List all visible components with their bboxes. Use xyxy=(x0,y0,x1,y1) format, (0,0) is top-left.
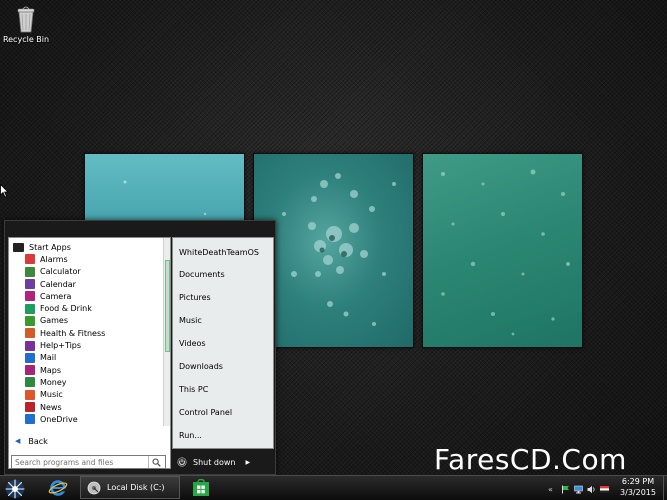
help-icon xyxy=(25,340,35,351)
food-icon xyxy=(25,303,35,314)
watermark-text: FaresCD.Com xyxy=(434,443,627,476)
app-label: Health & Fitness xyxy=(40,328,106,338)
place-item[interactable]: Videos xyxy=(173,334,273,354)
app-label: Mail xyxy=(40,353,57,363)
network-icon[interactable] xyxy=(574,485,583,494)
shutdown-options-arrow-icon[interactable]: ▶ xyxy=(245,459,250,466)
back-button[interactable]: ◀ Back xyxy=(9,434,170,448)
app-item[interactable]: Calculator xyxy=(9,266,161,278)
app-item[interactable]: OneDrive xyxy=(9,413,161,425)
place-item[interactable]: Control Panel xyxy=(173,402,273,422)
back-label: Back xyxy=(28,436,48,446)
app-label: Alarms xyxy=(40,254,68,264)
places-pane: WhiteDeathTeamOS Documents Pictures Music Vi… xyxy=(172,237,274,449)
app-label: Music xyxy=(40,390,63,400)
app-item[interactable]: Money xyxy=(9,376,161,388)
wallpaper-panel-center xyxy=(253,153,414,348)
start-orb-icon xyxy=(5,479,25,499)
app-item[interactable]: News xyxy=(9,401,161,413)
app-item[interactable]: Camera xyxy=(9,290,161,302)
local-disk-label: Local Disk (C:) xyxy=(107,483,165,492)
search-input[interactable] xyxy=(12,456,148,468)
place-item[interactable]: Downloads xyxy=(173,357,273,377)
volume-icon[interactable] xyxy=(587,485,596,494)
app-label: Calculator xyxy=(40,267,81,277)
app-item[interactable]: Calendar xyxy=(9,278,161,290)
app-item[interactable]: Maps xyxy=(9,364,161,376)
calculator-icon xyxy=(25,266,35,277)
show-hidden-icons-button[interactable]: « xyxy=(548,485,553,494)
power-icon xyxy=(177,457,187,467)
programs-pane: Start Apps Alarms Calculator Calendar Camera… xyxy=(8,237,171,469)
search-button[interactable] xyxy=(148,456,163,468)
clock-time: 6:29 PM xyxy=(621,477,655,486)
app-label: Maps xyxy=(40,365,62,375)
store-icon xyxy=(193,478,209,496)
programs-scrollbar[interactable] xyxy=(163,238,170,426)
calendar-icon xyxy=(25,279,35,290)
app-item[interactable]: Music xyxy=(9,389,161,401)
taskbar-store[interactable] xyxy=(186,476,216,499)
taskbar-internet-explorer[interactable] xyxy=(44,476,72,499)
place-item[interactable]: Documents xyxy=(173,265,273,285)
wallpaper-panel-right xyxy=(422,153,583,348)
app-item[interactable]: Health & Fitness xyxy=(9,327,161,339)
app-label: Calendar xyxy=(40,279,76,289)
search-icon xyxy=(152,458,161,467)
start-button[interactable] xyxy=(2,478,28,500)
app-label: Games xyxy=(40,316,68,326)
app-item[interactable]: Food & Drink xyxy=(9,303,161,315)
place-item[interactable]: Music xyxy=(173,311,273,331)
games-icon xyxy=(25,315,35,326)
app-item[interactable]: Alarms xyxy=(9,253,161,265)
maps-icon xyxy=(25,365,35,376)
system-tray: « xyxy=(548,481,609,497)
place-item[interactable]: This PC xyxy=(173,379,273,399)
place-item[interactable]: WhiteDeathTeamOS xyxy=(173,242,273,262)
mail-icon xyxy=(25,352,35,363)
programs-list: Start Apps Alarms Calculator Calendar Camera… xyxy=(9,238,161,446)
place-item[interactable]: Run... xyxy=(173,425,273,445)
place-item[interactable]: Pictures xyxy=(173,288,273,308)
app-label: News xyxy=(40,402,62,412)
taskbar-clock[interactable]: 6:29 PM 3/3/2015 xyxy=(614,476,662,498)
back-arrow-icon: ◀ xyxy=(15,437,21,445)
clock-date: 3/3/2015 xyxy=(620,488,656,497)
start-apps-folder[interactable]: Start Apps xyxy=(9,241,161,253)
music-icon xyxy=(25,389,35,400)
app-label: Food & Drink xyxy=(40,304,92,314)
shutdown-label: Shut down xyxy=(193,457,236,467)
internet-explorer-icon xyxy=(48,479,68,496)
app-label: Help+Tips xyxy=(40,341,82,351)
action-center-flag-icon[interactable] xyxy=(561,485,570,494)
onedrive-icon xyxy=(25,414,35,425)
health-icon xyxy=(25,328,35,339)
show-desktop-button[interactable] xyxy=(663,476,667,500)
app-label: Start Apps xyxy=(29,242,71,252)
app-item[interactable]: Help+Tips xyxy=(9,339,161,351)
shutdown-button[interactable]: Shut down ▶ xyxy=(175,454,255,470)
search-box[interactable] xyxy=(11,455,166,469)
scrollbar-thumb[interactable] xyxy=(165,260,170,352)
recycle-bin-label: Recycle Bin xyxy=(2,35,50,44)
taskbar-local-disk[interactable]: Local Disk (C:) xyxy=(80,476,180,499)
folder-icon xyxy=(13,242,24,252)
camera-icon xyxy=(25,291,35,302)
recycle-bin-shortcut[interactable]: Recycle Bin xyxy=(2,4,50,44)
app-item[interactable]: Mail xyxy=(9,352,161,364)
mouse-cursor-icon xyxy=(0,184,9,198)
start-menu: Start Apps Alarms Calculator Calendar Camera… xyxy=(4,220,276,475)
app-label: OneDrive xyxy=(40,414,78,424)
app-label: Money xyxy=(40,377,67,387)
recycle-bin-icon xyxy=(17,6,35,33)
alarm-icon xyxy=(25,254,35,265)
hard-disk-icon xyxy=(87,481,101,494)
language-flag-icon[interactable] xyxy=(599,485,609,494)
app-item[interactable]: Games xyxy=(9,315,161,327)
money-icon xyxy=(25,377,35,388)
app-label: Camera xyxy=(40,291,72,301)
news-icon xyxy=(25,402,35,413)
